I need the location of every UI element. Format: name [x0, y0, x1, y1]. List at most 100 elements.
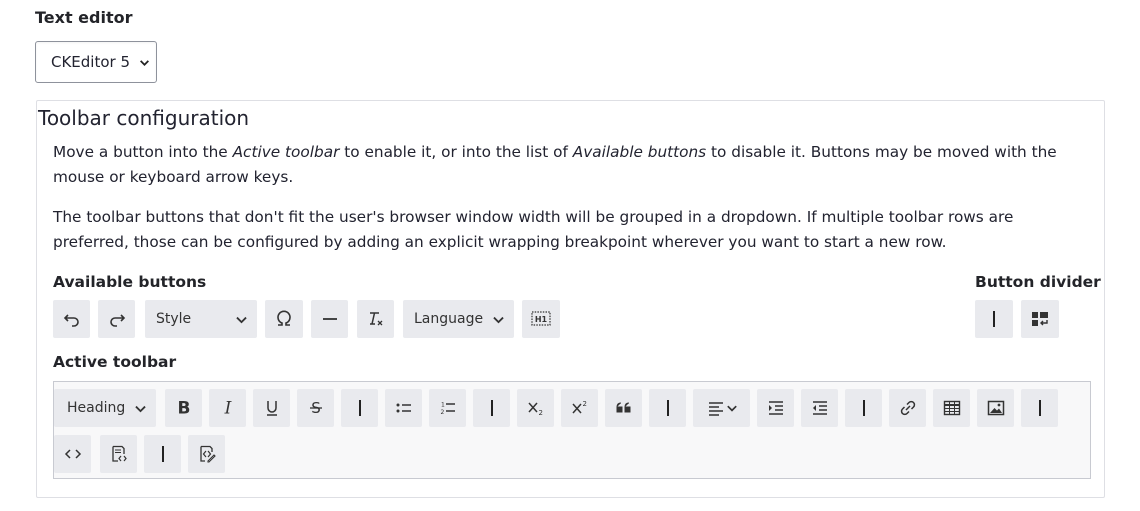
redo-icon: [109, 314, 125, 327]
source-icon: [199, 445, 216, 463]
bulleted-list-icon: [396, 403, 411, 413]
svg-text:2: 2: [538, 409, 542, 417]
available-buttons-title: Available buttons: [53, 273, 207, 291]
superscript-button[interactable]: 2: [561, 389, 598, 427]
divider-icon: [993, 311, 995, 327]
divider-button[interactable]: [144, 435, 181, 473]
svg-text:2: 2: [440, 409, 444, 416]
outdent-button[interactable]: [801, 389, 838, 427]
source-editing-h1-button[interactable]: H1: [522, 300, 560, 338]
language-dropdown[interactable]: Language: [403, 300, 514, 338]
italic-button[interactable]: I: [209, 389, 246, 427]
wrapping-breakpoint-button[interactable]: [1021, 300, 1059, 338]
numbered-list-icon: 12: [440, 402, 455, 416]
active-toolbar-row-2: [54, 435, 254, 473]
instructions-text-2: to enable it, or into the list of: [339, 143, 573, 161]
blockquote-icon: [616, 402, 630, 413]
toolbar-configuration-legend: Toolbar configuration: [38, 106, 250, 130]
svg-text:I: I: [223, 399, 231, 419]
svg-text:1: 1: [441, 402, 445, 409]
available-buttons-list: Style Language H1: [53, 300, 573, 338]
blockquote-button[interactable]: [605, 389, 642, 427]
text-editor-select-value: CKEditor 5: [51, 53, 131, 71]
table-icon: [943, 400, 960, 416]
divider-icon: [358, 400, 361, 416]
button-divider-list: [975, 300, 1065, 338]
align-left-icon: [708, 402, 723, 416]
instructions-paragraph: Move a button into the Active toolbar to…: [53, 140, 1093, 190]
toolbar-configuration-fieldset: Toolbar configuration Move a button into…: [36, 100, 1105, 498]
active-toolbar-row-1: Heading B I S 12 2 2: [54, 389, 1058, 427]
remove-format-button[interactable]: [357, 300, 394, 338]
source-button[interactable]: [188, 435, 225, 473]
divider-icon: [490, 400, 493, 416]
special-characters-button[interactable]: [265, 300, 303, 338]
underline-button[interactable]: [253, 389, 290, 427]
divider-button[interactable]: [845, 389, 882, 427]
chevron-down-icon: [135, 405, 146, 412]
undo-icon: [63, 314, 79, 327]
italic-icon: I: [223, 399, 231, 419]
source-editing-h1-icon: H1: [531, 311, 551, 326]
subscript-button[interactable]: 2: [517, 389, 554, 427]
divider-button[interactable]: [341, 389, 378, 427]
redo-button[interactable]: [98, 300, 135, 338]
indent-icon: [768, 401, 783, 415]
active-toolbar: Heading B I S 12 2 2: [53, 381, 1091, 479]
instructions-emphasis-active: Active toolbar: [232, 143, 340, 161]
svg-text:B: B: [177, 399, 190, 419]
source-editing-icon: [111, 445, 127, 462]
text-editor-select[interactable]: CKEditor 5: [35, 41, 157, 83]
heading-dropdown[interactable]: Heading: [54, 389, 156, 427]
divider-button[interactable]: [649, 389, 686, 427]
link-button[interactable]: [889, 389, 926, 427]
svg-text:H1: H1: [535, 315, 548, 324]
strikethrough-icon: S: [309, 399, 322, 417]
divider-button[interactable]: [1021, 389, 1058, 427]
numbered-list-button[interactable]: 12: [429, 389, 466, 427]
wrapping-breakpoint-icon: [1032, 312, 1048, 326]
superscript-icon: 2: [571, 400, 586, 414]
strikethrough-button[interactable]: S: [297, 389, 334, 427]
divider-icon: [1038, 400, 1041, 416]
language-dropdown-label: Language: [414, 311, 484, 327]
code-button[interactable]: [54, 435, 91, 473]
instructions-emphasis-available: Available buttons: [572, 143, 707, 161]
chevron-down-icon: [140, 60, 149, 66]
divider-button[interactable]: [975, 300, 1013, 338]
text-editor-label: Text editor: [35, 8, 133, 27]
indent-button[interactable]: [757, 389, 794, 427]
chevron-down-icon: [726, 405, 737, 412]
horizontal-line-icon: [322, 318, 337, 320]
horizontal-line-button[interactable]: [311, 300, 348, 338]
wrapping-paragraph: The toolbar buttons that don't fit the u…: [53, 208, 1014, 251]
image-button[interactable]: [977, 389, 1014, 427]
image-icon: [987, 400, 1004, 416]
undo-button[interactable]: [53, 300, 90, 338]
instructions-text-1: Move a button into the: [53, 143, 233, 161]
alignment-dropdown[interactable]: [693, 389, 750, 427]
code-icon: [64, 449, 81, 459]
bold-icon: B: [177, 399, 190, 419]
divider-icon: [862, 400, 865, 416]
divider-button[interactable]: [473, 389, 510, 427]
underline-icon: [266, 401, 277, 416]
remove-format-icon: [369, 312, 382, 326]
button-divider-title: Button divider: [975, 273, 1101, 291]
style-dropdown[interactable]: Style: [145, 300, 257, 338]
subscript-icon: 2: [527, 402, 542, 417]
link-icon: [900, 400, 915, 416]
bulleted-list-button[interactable]: [385, 389, 422, 427]
svg-text:2: 2: [582, 400, 586, 408]
chevron-down-icon: [493, 316, 504, 323]
divider-icon: [161, 446, 164, 462]
style-dropdown-label: Style: [156, 311, 192, 327]
active-toolbar-title: Active toolbar: [53, 353, 177, 371]
bold-button[interactable]: B: [165, 389, 202, 427]
table-button[interactable]: [933, 389, 970, 427]
special-characters-icon: [277, 310, 291, 326]
heading-dropdown-label: Heading: [67, 400, 126, 416]
source-editing-button[interactable]: [100, 435, 137, 473]
divider-icon: [666, 400, 669, 416]
chevron-down-icon: [236, 316, 247, 323]
